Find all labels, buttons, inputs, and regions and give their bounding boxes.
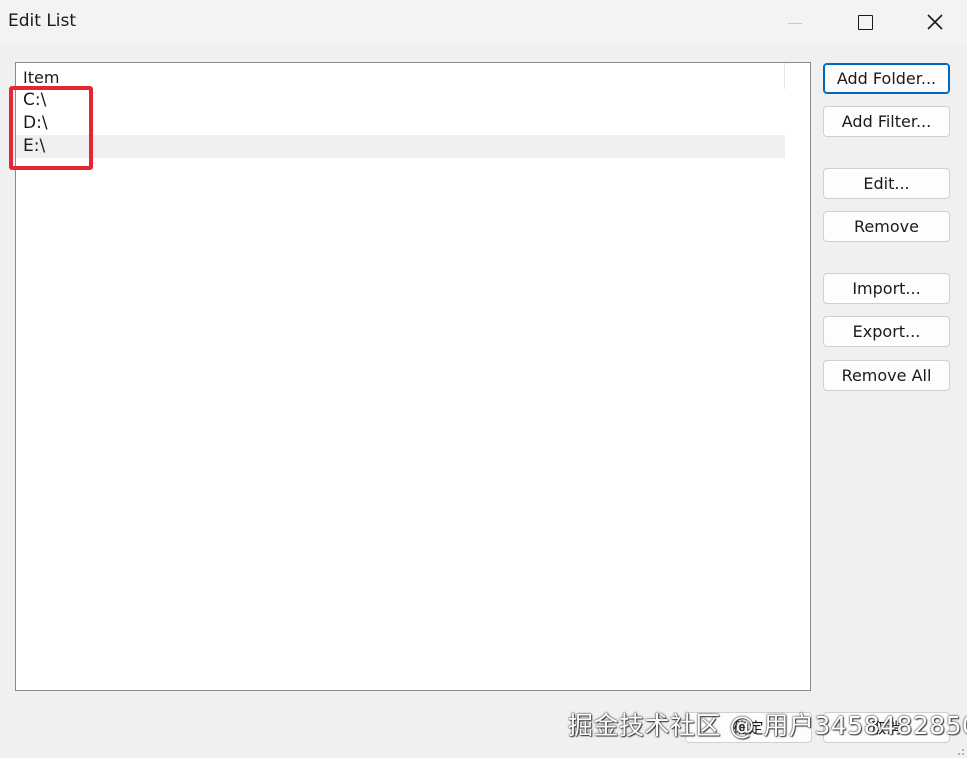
- resize-grip-icon[interactable]: [955, 746, 965, 756]
- minimize-button[interactable]: [760, 0, 830, 44]
- minimize-icon: [788, 22, 802, 24]
- close-icon: [927, 14, 943, 30]
- close-button[interactable]: [900, 0, 967, 44]
- item-list[interactable]: Item C:\ D:\ E:\: [15, 62, 811, 691]
- remove-button[interactable]: Remove: [823, 211, 950, 242]
- list-item[interactable]: D:\: [16, 112, 785, 135]
- column-header-label: Item: [23, 68, 60, 87]
- list-item-label: D:\: [23, 113, 48, 133]
- export-button[interactable]: Export...: [823, 316, 950, 347]
- list-item-label: E:\: [23, 136, 46, 156]
- list-item-label: C:\: [23, 90, 47, 110]
- edit-button[interactable]: Edit...: [823, 168, 950, 199]
- list-item-selected[interactable]: E:\: [16, 135, 785, 158]
- remove-all-button[interactable]: Remove All: [823, 360, 950, 391]
- add-filter-button[interactable]: Add Filter...: [823, 106, 950, 137]
- list-item[interactable]: C:\: [16, 89, 785, 112]
- watermark-text: 掘金技术社区 @ 用户3458482850: [568, 711, 967, 740]
- edit-list-window: Edit List Item C:\ D:\ E:\ Add Folder...: [0, 0, 967, 758]
- column-header-item[interactable]: Item: [16, 63, 785, 89]
- import-button[interactable]: Import...: [823, 273, 950, 304]
- add-folder-button[interactable]: Add Folder...: [823, 63, 950, 94]
- title-bar[interactable]: Edit List: [0, 0, 967, 44]
- maximize-icon: [857, 14, 873, 30]
- window-title: Edit List: [8, 11, 77, 31]
- maximize-button[interactable]: [830, 0, 900, 44]
